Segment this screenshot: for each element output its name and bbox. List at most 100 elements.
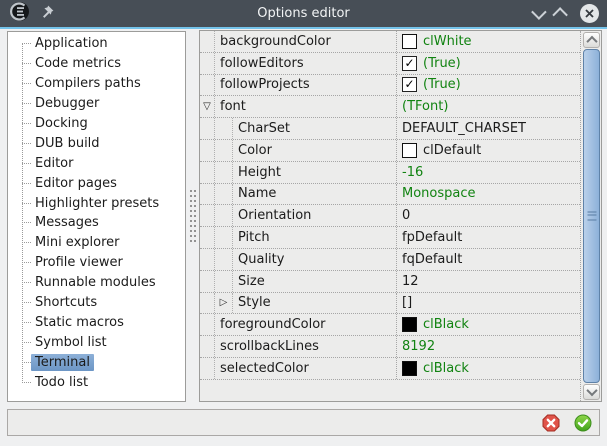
row-gutter bbox=[200, 336, 215, 357]
tree-branch-icon bbox=[22, 282, 31, 283]
close-button[interactable] bbox=[580, 4, 599, 23]
accept-button[interactable] bbox=[574, 414, 592, 432]
row-indent bbox=[215, 118, 233, 139]
property-value-cell[interactable]: 0 bbox=[396, 205, 580, 226]
property-row-Size[interactable]: Size 12 bbox=[200, 271, 580, 293]
property-value: (TFont) bbox=[402, 99, 448, 114]
color-swatch bbox=[402, 361, 417, 376]
property-value-cell[interactable]: (TFont) bbox=[396, 96, 580, 117]
active-window-accent-line bbox=[0, 27, 607, 29]
scroll-down-button[interactable] bbox=[583, 384, 600, 400]
category-tree-panel: Application Code metrics Compilers paths… bbox=[7, 31, 186, 402]
window-titlebar: Options editor bbox=[0, 0, 607, 27]
property-row-foregroundColor[interactable]: foregroundColor clBlack bbox=[200, 314, 580, 336]
property-value-cell[interactable]: [] bbox=[396, 293, 580, 314]
row-gutter bbox=[200, 162, 215, 183]
property-value-cell[interactable]: clWhite bbox=[396, 31, 580, 52]
color-swatch bbox=[402, 317, 417, 332]
row-gutter: ▽ bbox=[200, 96, 215, 117]
property-row-Pitch[interactable]: Pitch fpDefault bbox=[200, 227, 580, 249]
property-value-cell[interactable]: -16 bbox=[396, 162, 580, 183]
tree-branch-icon bbox=[22, 203, 31, 204]
scrollbar-thumb[interactable] bbox=[583, 49, 600, 383]
sidebar-item-mini-explorer[interactable]: Mini explorer bbox=[8, 233, 183, 253]
sidebar-item-code-metrics[interactable]: Code metrics bbox=[8, 54, 183, 74]
tree-branch-icon bbox=[22, 382, 31, 383]
property-value: (True) bbox=[423, 77, 461, 92]
maximize-button[interactable] bbox=[552, 7, 568, 23]
cancel-button[interactable] bbox=[542, 414, 560, 432]
row-gutter bbox=[200, 249, 215, 270]
footer-bar bbox=[7, 409, 600, 436]
sidebar-item-shortcuts[interactable]: Shortcuts bbox=[8, 293, 183, 313]
row-gutter bbox=[200, 271, 215, 292]
property-row-Name[interactable]: Name Monospace bbox=[200, 184, 580, 206]
property-value: clDefault bbox=[423, 143, 481, 158]
tree-branch-icon bbox=[22, 123, 31, 124]
sidebar-item-label: Compilers paths bbox=[31, 75, 145, 92]
sidebar-item-static-macros[interactable]: Static macros bbox=[8, 312, 183, 332]
expander-icon[interactable]: ▽ bbox=[203, 102, 211, 112]
sidebar-item-dub-build[interactable]: DUB build bbox=[8, 133, 183, 153]
sidebar-item-profile-viewer[interactable]: Profile viewer bbox=[8, 253, 183, 273]
sidebar-item-compilers-paths[interactable]: Compilers paths bbox=[8, 74, 183, 94]
sidebar-item-application[interactable]: Application bbox=[8, 34, 183, 54]
sidebar-item-label: Editor pages bbox=[31, 175, 121, 192]
sidebar-item-terminal[interactable]: Terminal bbox=[8, 352, 183, 372]
property-value-cell[interactable]: Monospace bbox=[396, 184, 580, 205]
property-value-cell[interactable]: ✓ (True) bbox=[396, 53, 580, 74]
property-row-Orientation[interactable]: Orientation 0 bbox=[200, 205, 580, 227]
property-value: (True) bbox=[423, 56, 461, 71]
minimize-button[interactable] bbox=[531, 4, 547, 20]
property-row-followEditors[interactable]: followEditors ✓ (True) bbox=[200, 53, 580, 75]
sidebar-item-symbol-list[interactable]: Symbol list bbox=[8, 332, 183, 352]
sidebar-item-label: Application bbox=[31, 35, 112, 52]
sidebar-item-docking[interactable]: Docking bbox=[8, 114, 183, 134]
tree-branch-icon bbox=[22, 362, 31, 363]
property-value-cell[interactable]: clBlack bbox=[396, 358, 580, 379]
property-value-cell[interactable]: DEFAULT_CHARSET bbox=[396, 118, 580, 139]
checkbox[interactable]: ✓ bbox=[402, 77, 417, 92]
property-row-Style[interactable]: ▷ Style [] bbox=[200, 293, 580, 315]
property-value-cell[interactable]: clBlack bbox=[396, 314, 580, 335]
tree-branch-icon bbox=[22, 302, 31, 303]
property-value-cell[interactable]: 8192 bbox=[396, 336, 580, 357]
panel-splitter[interactable] bbox=[186, 31, 199, 402]
property-value-cell[interactable]: clDefault bbox=[396, 140, 580, 161]
property-row-selectedColor[interactable]: selectedColor clBlack bbox=[200, 358, 580, 380]
sidebar-item-editor[interactable]: Editor bbox=[8, 153, 183, 173]
sidebar-item-messages[interactable]: Messages bbox=[8, 213, 183, 233]
property-row-font[interactable]: ▽ font (TFont) bbox=[200, 96, 580, 118]
vertical-scrollbar[interactable] bbox=[582, 31, 601, 401]
property-row-CharSet[interactable]: CharSet DEFAULT_CHARSET bbox=[200, 118, 580, 140]
property-value-cell[interactable]: fqDefault bbox=[396, 249, 580, 270]
sidebar-item-label: Symbol list bbox=[31, 334, 111, 351]
row-indent bbox=[215, 271, 233, 292]
sidebar-item-highlighter-presets[interactable]: Highlighter presets bbox=[8, 193, 183, 213]
row-indent bbox=[215, 184, 233, 205]
property-row-Height[interactable]: Height -16 bbox=[200, 162, 580, 184]
property-row-followProjects[interactable]: followProjects ✓ (True) bbox=[200, 75, 580, 97]
checkbox[interactable]: ✓ bbox=[402, 56, 417, 71]
property-value: -16 bbox=[402, 165, 423, 180]
property-value-cell[interactable]: 12 bbox=[396, 271, 580, 292]
property-value: fpDefault bbox=[402, 230, 462, 245]
property-row-backgroundColor[interactable]: backgroundColor clWhite bbox=[200, 31, 580, 53]
sidebar-item-todo-list[interactable]: Todo list bbox=[8, 372, 183, 392]
property-row-Color[interactable]: Color clDefault bbox=[200, 140, 580, 162]
sidebar-item-debugger[interactable]: Debugger bbox=[8, 94, 183, 114]
sidebar-item-runnable-modules[interactable]: Runnable modules bbox=[8, 273, 183, 293]
property-row-scrollbackLines[interactable]: scrollbackLines 8192 bbox=[200, 336, 580, 358]
property-value-cell[interactable]: ✓ (True) bbox=[396, 75, 580, 96]
row-gutter bbox=[200, 53, 215, 74]
property-value: [] bbox=[402, 295, 412, 310]
tree-branch-icon bbox=[22, 262, 31, 263]
sidebar-item-editor-pages[interactable]: Editor pages bbox=[8, 173, 183, 193]
row-gutter bbox=[200, 75, 215, 96]
property-grid-panel: backgroundColor clWhite followEditors ✓ … bbox=[199, 30, 602, 402]
scroll-up-button[interactable] bbox=[583, 32, 600, 48]
row-indent bbox=[215, 205, 233, 226]
property-value-cell[interactable]: fpDefault bbox=[396, 227, 580, 248]
expander-icon[interactable]: ▷ bbox=[220, 298, 228, 308]
property-row-Quality[interactable]: Quality fqDefault bbox=[200, 249, 580, 271]
